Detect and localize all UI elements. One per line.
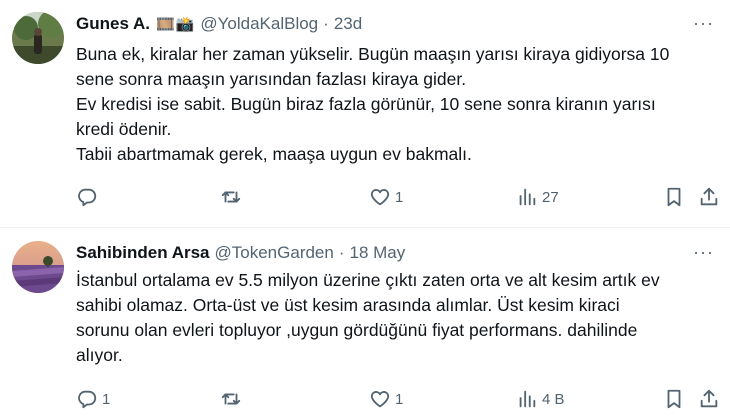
text-line: Buna ek, kiralar her zaman yükselir. Bug… (76, 44, 670, 64)
text-line: sorunu olan evleri topluyor ,uygun gördü… (76, 320, 638, 340)
tweet-header: Gunes A. 🎞️📸 @YoldaKalBlog · 23d ··· (76, 13, 720, 35)
timestamp[interactable]: 18 May (350, 243, 406, 263)
separator-dot: · (338, 243, 345, 262)
tweet-header: Sahibinden Arsa @TokenGarden · 18 May ··… (76, 242, 720, 264)
like-button[interactable]: 1 (369, 384, 403, 414)
retweet-icon (221, 191, 241, 203)
reply-count: 1 (102, 390, 111, 408)
more-options-icon[interactable]: ··· (693, 242, 714, 263)
reply-icon (78, 188, 97, 207)
avatar[interactable] (12, 12, 64, 64)
bookmark-button[interactable] (663, 182, 685, 212)
retweet-icon (221, 393, 241, 405)
display-name[interactable]: Sahibinden Arsa (76, 243, 210, 263)
share-icon (700, 187, 718, 206)
like-button[interactable]: 1 (369, 182, 403, 212)
bookmark-icon (667, 389, 681, 409)
name-emoji: 🎞️📸 (156, 16, 196, 33)
share-button[interactable] (698, 182, 720, 212)
avatar[interactable] (12, 241, 64, 293)
retweet-button[interactable] (220, 182, 246, 212)
tweet[interactable]: Sahibinden Arsa @TokenGarden · 18 May ··… (0, 229, 730, 420)
retweet-button[interactable] (220, 384, 246, 414)
separator-dot: · (323, 14, 329, 33)
views-count: 27 (542, 188, 559, 206)
action-bar: 1 27 (76, 182, 720, 212)
bookmark-icon (667, 187, 681, 207)
bookmark-button[interactable] (663, 384, 685, 414)
reply-icon (78, 390, 97, 409)
reply-button[interactable] (76, 182, 102, 212)
more-options-icon[interactable]: ··· (693, 13, 714, 34)
text-line: sene sonra maaşın yarısından fazlası kir… (76, 69, 467, 89)
views-icon (519, 390, 536, 408)
reply-button[interactable]: 1 (76, 384, 110, 414)
share-button[interactable] (698, 384, 720, 414)
user-handle[interactable]: @YoldaKalBlog (200, 14, 318, 34)
views-button[interactable]: 27 (516, 182, 559, 212)
share-icon (700, 389, 718, 408)
views-count: 4 B (542, 390, 565, 408)
text-line: Tabii abartmamak gerek, maaşa uygun ev b… (76, 144, 472, 164)
text-line: sahibi olamaz. Orta-üst ve üst kesim ara… (76, 295, 620, 315)
heart-icon (370, 391, 390, 408)
like-count: 1 (395, 188, 404, 206)
tweet-text: İstanbul ortalama ev 5.5 milyon üzerine … (76, 268, 716, 368)
views-button[interactable]: 4 B (516, 384, 565, 414)
tweet-text: Buna ek, kiralar her zaman yükselir. Bug… (76, 42, 716, 167)
text-line: kredi ödenir. (76, 119, 172, 139)
user-handle[interactable]: @TokenGarden (215, 243, 334, 263)
views-icon (519, 188, 536, 206)
text-line: Ev kredisi ise sabit. Bugün biraz fazla … (76, 94, 656, 114)
tweet[interactable]: Gunes A. 🎞️📸 @YoldaKalBlog · 23d ··· Bun… (0, 0, 730, 228)
display-name[interactable]: Gunes A. (76, 14, 150, 34)
heart-icon (370, 189, 390, 206)
action-bar: 1 1 4 B (76, 384, 720, 414)
text-line: alıyor. (76, 345, 123, 365)
text-line: İstanbul ortalama ev 5.5 milyon üzerine … (76, 270, 660, 290)
timestamp[interactable]: 23d (334, 14, 362, 34)
like-count: 1 (395, 390, 404, 408)
